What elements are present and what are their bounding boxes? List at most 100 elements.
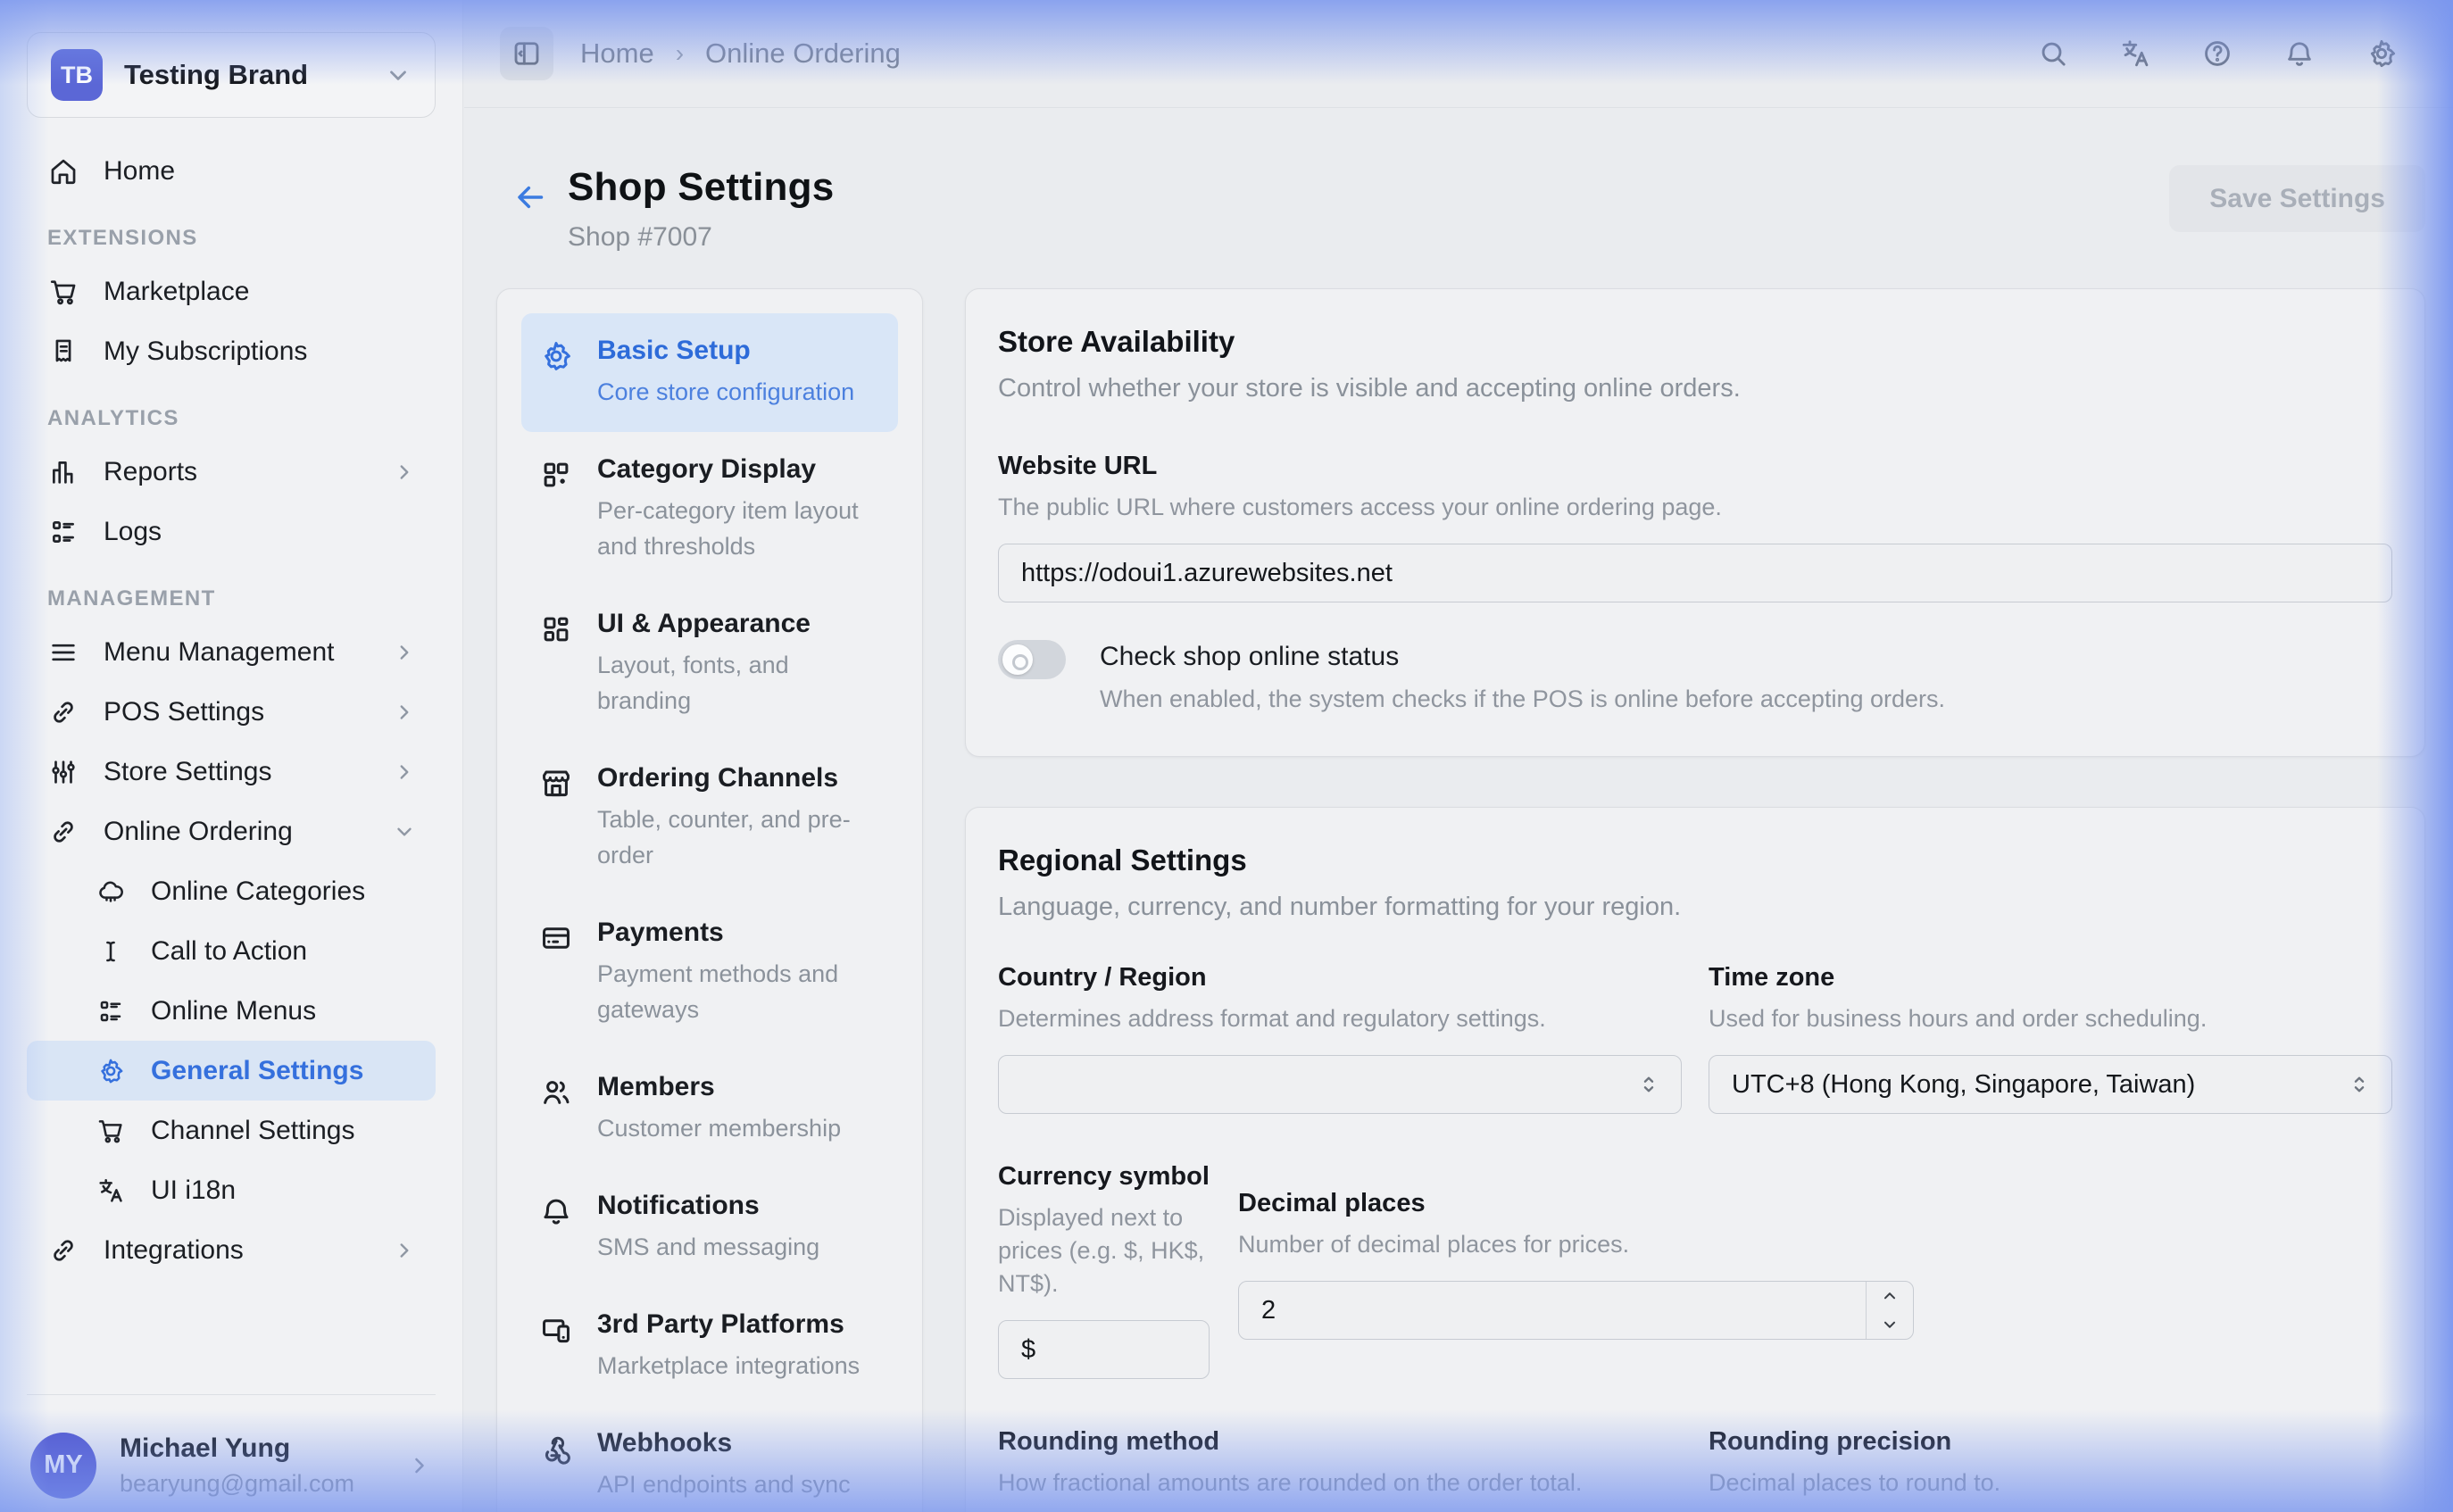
sidebar-item-online-menus[interactable]: Online Menus (27, 981, 436, 1041)
currency-symbol-input[interactable] (998, 1320, 1210, 1379)
settings-nav-item-webhooks[interactable]: Webhooks API endpoints and sync (521, 1406, 898, 1512)
sidebar-item-label: Call to Action (151, 936, 416, 967)
timezone-value: UTC+8 (Hong Kong, Singapore, Taiwan) (1732, 1070, 2347, 1100)
page-subtitle: Shop #7007 (568, 222, 834, 253)
settings-nav-title: Basic Setup (597, 336, 854, 366)
sidebar-item-label: POS Settings (104, 697, 370, 727)
sidebar-item-online-ordering[interactable]: Online Ordering (27, 802, 436, 861)
sidebar-nav: Home EXTENSIONS Marketplace My Subscript… (0, 136, 462, 1394)
settings-nav-desc: Core store configuration (597, 374, 854, 410)
settings-nav-item-ordering-channels[interactable]: Ordering Channels Table, counter, and pr… (521, 741, 898, 895)
timezone-label: Time zone (1709, 963, 2392, 993)
rounding-method-label: Rounding method (998, 1427, 1682, 1457)
settings-nav-title: Webhooks (597, 1428, 851, 1458)
brand-avatar: TB (51, 49, 103, 101)
webhook-icon (539, 1428, 575, 1502)
menu-icon (46, 637, 80, 668)
select-chevrons-icon (2347, 1072, 2372, 1097)
sidebar-item-menu-management[interactable]: Menu Management (27, 622, 436, 682)
sidebar-item-logs[interactable]: Logs (27, 502, 436, 561)
sidebar-item-marketplace[interactable]: Marketplace (27, 262, 436, 321)
decimal-places-value[interactable]: 2 (1239, 1282, 1866, 1339)
chevron-right-icon (393, 701, 416, 724)
save-settings-button[interactable]: Save Settings (2169, 165, 2425, 232)
sidebar-item-label: Logs (104, 517, 416, 547)
sidebar-item-home[interactable]: Home (27, 141, 436, 201)
page-title: Shop Settings (568, 165, 834, 210)
sidebar-item-reports[interactable]: Reports (27, 442, 436, 502)
sidebar-item-integrations[interactable]: Integrations (27, 1220, 436, 1280)
settings-nav-item-payments[interactable]: Payments Payment methods and gateways (521, 895, 898, 1050)
settings-nav-title: Notifications (597, 1191, 819, 1221)
help-icon[interactable] (2201, 37, 2233, 70)
brand-name: Testing Brand (124, 59, 363, 91)
panel-collapse-icon (511, 37, 543, 70)
section-management: MANAGEMENT (47, 586, 436, 611)
users-icon (539, 1072, 575, 1146)
settings-nav-item-ui-appearance[interactable]: UI & Appearance Layout, fonts, and brand… (521, 586, 898, 741)
sidebar-item-general-settings[interactable]: General Settings (27, 1041, 436, 1101)
stepper-down-button[interactable] (1867, 1310, 1913, 1339)
back-button[interactable] (512, 179, 548, 215)
arrow-left-icon (512, 179, 548, 215)
devices-icon (539, 1309, 575, 1383)
brand-switcher[interactable]: TB Testing Brand (27, 32, 436, 118)
stepper-up-button[interactable] (1867, 1282, 1913, 1310)
sidebar-item-store-settings[interactable]: Store Settings (27, 742, 436, 802)
breadcrumb-home[interactable]: Home (580, 37, 654, 70)
decimal-places-label: Decimal places (1238, 1189, 1914, 1218)
website-url-input[interactable] (998, 544, 2392, 602)
card-desc: Language, currency, and number formattin… (998, 893, 2392, 922)
currency-symbol-desc: Displayed next to prices (e.g. $, HK$, N… (998, 1201, 1210, 1300)
settings-nav-item-members[interactable]: Members Customer membership (521, 1050, 898, 1168)
regional-settings-card: Regional Settings Language, currency, an… (965, 807, 2425, 1512)
bell-icon[interactable] (2283, 37, 2316, 70)
text-cursor-icon (94, 937, 128, 966)
cart-icon (94, 1117, 128, 1145)
sidebar-item-channel-settings[interactable]: Channel Settings (27, 1101, 436, 1160)
translate-icon (94, 1176, 128, 1205)
check-shop-online-toggle[interactable] (998, 640, 1066, 679)
settings-nav-title: 3rd Party Platforms (597, 1309, 860, 1340)
sidebar-item-my-subscriptions[interactable]: My Subscriptions (27, 321, 436, 381)
search-icon[interactable] (2037, 37, 2069, 70)
page-header: Shop Settings Shop #7007 Save Settings (464, 108, 2453, 253)
sidebar: TB Testing Brand Home EXTENSIONS Marketp… (0, 0, 463, 1512)
user-account-row[interactable]: MY Michael Yung bearyung@gmail.com (27, 1394, 436, 1512)
country-region-label: Country / Region (998, 963, 1682, 993)
chevron-right-icon (393, 641, 416, 664)
sidebar-item-pos-settings[interactable]: POS Settings (27, 682, 436, 742)
breadcrumb: Home › Online Ordering (580, 37, 901, 70)
sidebar-item-label: Menu Management (104, 637, 370, 668)
translate-icon[interactable] (2119, 37, 2151, 70)
sidebar-item-label: UI i18n (151, 1176, 416, 1206)
sidebar-item-label: Online Menus (151, 996, 416, 1026)
settings-nav-desc: Per-category item layout and thresholds (597, 493, 880, 564)
timezone-select[interactable]: UTC+8 (Hong Kong, Singapore, Taiwan) (1709, 1055, 2392, 1114)
sidebar-item-label: Online Ordering (104, 817, 370, 847)
sidebar-item-online-categories[interactable]: Online Categories (27, 861, 436, 921)
settings-nav-desc: SMS and messaging (597, 1229, 819, 1265)
sidebar-item-ui-i18n[interactable]: UI i18n (27, 1160, 436, 1220)
sidebar-collapse-button[interactable] (500, 27, 553, 80)
sidebar-item-label: Home (104, 156, 416, 187)
toggle-desc: When enabled, the system checks if the P… (1100, 685, 1945, 713)
storefront-icon (539, 763, 575, 873)
settings-nav-title: Payments (597, 918, 880, 948)
settings-nav-item-basic-setup[interactable]: Basic Setup Core store configuration (521, 313, 898, 432)
gear-icon (94, 1057, 128, 1085)
grid-icon (539, 454, 575, 564)
rounding-precision-desc: Decimal places to round to. (1709, 1466, 2392, 1500)
settings-section-nav: Basic Setup Core store configuration Cat… (496, 288, 923, 1512)
rounding-method-desc: How fractional amounts are rounded on th… (998, 1466, 1682, 1500)
country-region-select[interactable] (998, 1055, 1682, 1114)
chevron-down-icon (385, 62, 412, 88)
chevron-right-icon (407, 1453, 432, 1478)
settings-nav-desc: Marketplace integrations (597, 1348, 860, 1383)
sidebar-item-call-to-action[interactable]: Call to Action (27, 921, 436, 981)
gear-icon[interactable] (2366, 37, 2398, 70)
settings-nav-item-3rd-party-platforms[interactable]: 3rd Party Platforms Marketplace integrat… (521, 1287, 898, 1406)
chevron-right-icon (393, 461, 416, 484)
settings-nav-item-notifications[interactable]: Notifications SMS and messaging (521, 1168, 898, 1287)
settings-nav-item-category-display[interactable]: Category Display Per-category item layou… (521, 432, 898, 586)
